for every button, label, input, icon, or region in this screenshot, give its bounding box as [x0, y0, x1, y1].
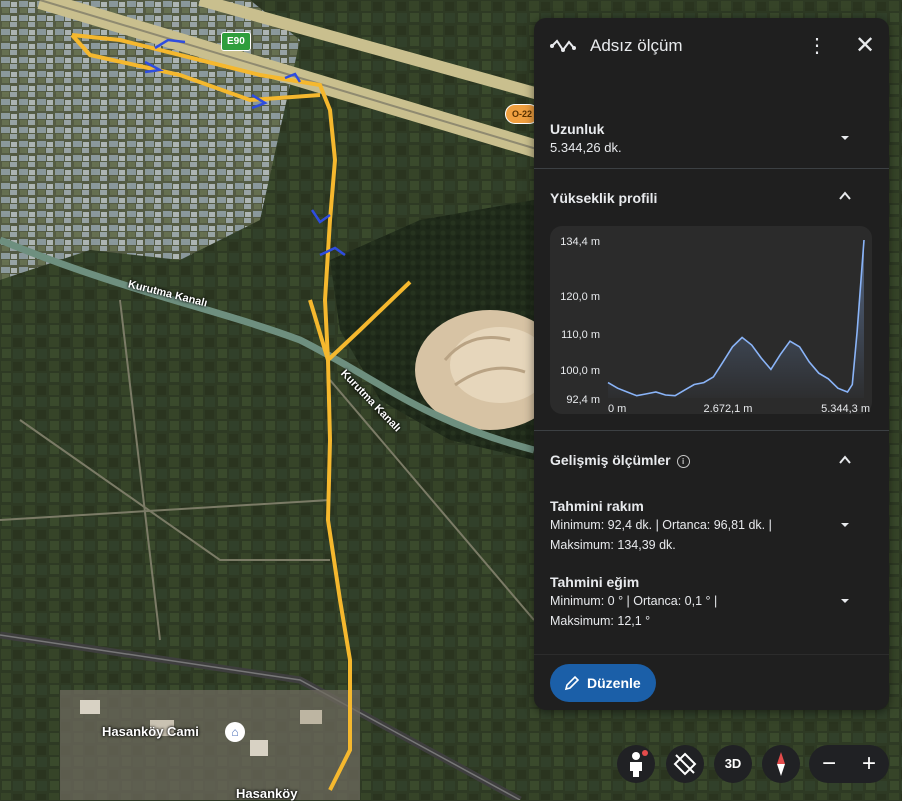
edit-button[interactable]: Düzenle: [550, 664, 656, 702]
info-icon[interactable]: i: [676, 455, 690, 468]
divider: [534, 430, 889, 431]
length-title: Uzunluk: [550, 121, 605, 137]
est-elevation-expand-chevron-down-icon[interactable]: [837, 517, 853, 533]
mosque-label: Hasanköy Cami: [102, 724, 199, 739]
est-elevation-line-1: Minimum: 92,4 dk. | Ortanca: 96,81 dk. |: [550, 518, 772, 532]
elevation-profile-title: Yükseklik profili: [550, 190, 658, 206]
measure-path-icon: [550, 39, 576, 52]
y-tick-label-92: 92,4 m: [566, 394, 600, 406]
est-slope-title: Tahmini eğim: [550, 574, 640, 590]
elevation-area: [608, 240, 864, 398]
panel-title: Adsız ölçüm: [590, 36, 683, 55]
village-label: Hasanköy: [236, 786, 298, 801]
elevation-profile-chart[interactable]: 134,4 m 120,0 m 110,0 m 100,0 m 92,4 m 0…: [550, 226, 872, 415]
mosque-icon[interactable]: ⌂: [225, 722, 245, 742]
advanced-title: Gelişmiş ölçümler i: [550, 452, 690, 468]
close-icon[interactable]: ✕: [852, 32, 878, 60]
panel-header: Adsız ölçüm ⋮ ✕: [534, 18, 889, 74]
elevation-profile-collapse-chevron-up-icon[interactable]: [837, 188, 853, 204]
y-tick-label-110: 110,0 m: [561, 329, 600, 341]
rotate-view-icon[interactable]: [666, 745, 704, 783]
y-tick-label-120: 120,0 m: [560, 291, 600, 303]
divider: [534, 168, 889, 169]
y-tick-label-100: 100,0 m: [560, 365, 600, 377]
pencil-icon: [564, 675, 580, 691]
e90-shield: E90: [221, 32, 251, 51]
3d-toggle-button[interactable]: 3D: [714, 745, 752, 783]
length-expand-chevron-down-icon[interactable]: [837, 130, 853, 146]
est-slope-line-1: Minimum: 0 ° | Ortanca: 0,1 ° |: [550, 594, 718, 608]
x-tick-label-start: 0 m: [608, 403, 626, 414]
y-tick-label-134: 134,4 m: [560, 236, 600, 248]
measurement-panel: Adsız ölçüm ⋮ ✕ Uzunluk 5.344,26 dk. Yük…: [534, 18, 889, 710]
elevation-chart-svg[interactable]: 134,4 m 120,0 m 110,0 m 100,0 m 92,4 m 0…: [550, 226, 872, 415]
est-slope-line-2: Maksimum: 12,1 °: [550, 614, 651, 628]
edit-button-label: Düzenle: [587, 675, 641, 691]
zoom-control: − +: [809, 745, 889, 783]
compass-icon[interactable]: [762, 745, 800, 783]
zoom-out-icon[interactable]: −: [809, 745, 849, 783]
x-tick-label-end: 5.344,3 m: [821, 403, 870, 414]
est-elevation-line-2: Maksimum: 134,39 dk.: [550, 538, 676, 552]
divider: [534, 654, 889, 655]
length-value: 5.344,26 dk.: [550, 140, 622, 155]
advanced-collapse-chevron-up-icon[interactable]: [837, 452, 853, 468]
x-tick-label-mid: 2.672,1 m: [704, 403, 753, 414]
advanced-title-text: Gelişmiş ölçümler: [550, 452, 671, 468]
street-view-pegman-icon[interactable]: [617, 745, 655, 783]
more-options-icon[interactable]: ⋮: [806, 34, 828, 58]
zoom-in-icon[interactable]: +: [849, 745, 889, 783]
est-elevation-title: Tahmini rakım: [550, 498, 644, 514]
est-slope-expand-chevron-down-icon[interactable]: [837, 593, 853, 609]
